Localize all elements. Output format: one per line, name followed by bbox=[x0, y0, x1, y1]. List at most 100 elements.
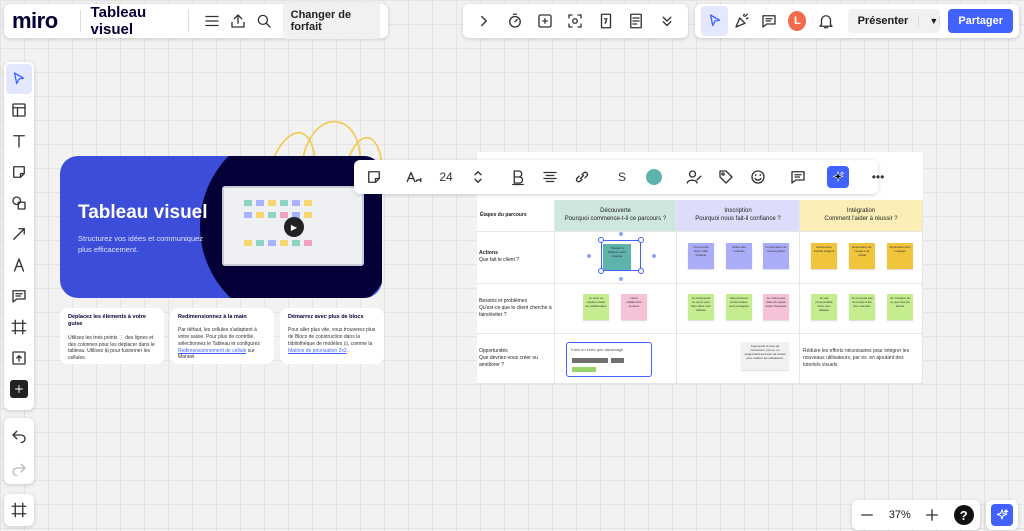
sticky-note[interactable]: Exploration des modèles bbox=[887, 243, 913, 269]
card-widget[interactable]: Faire en sorte que davantage bbox=[566, 342, 652, 377]
row-label-needs[interactable]: Besoins et problèmes Qu'est-ce que le cl… bbox=[477, 284, 555, 334]
templates-icon[interactable] bbox=[6, 95, 32, 125]
resize-handle[interactable] bbox=[598, 237, 604, 243]
sticky-note[interactable]: Confirmation de l'essai gratuit bbox=[763, 243, 789, 269]
more-tools-icon[interactable] bbox=[653, 7, 681, 35]
sticky-note[interactable]: Mes données personnelles sont protégées bbox=[726, 294, 752, 320]
row-label-opportunities[interactable]: Opportunités Que devriez-vous créer ou a… bbox=[477, 334, 555, 384]
tag-icon[interactable] bbox=[712, 162, 740, 192]
sticky-size-button[interactable]: S bbox=[608, 162, 636, 192]
frame-tool-icon[interactable] bbox=[6, 312, 32, 342]
sticky-note[interactable]: Je n'aime pas l'idée du papier avant d'e… bbox=[763, 294, 789, 320]
comment-tool-icon[interactable] bbox=[6, 281, 32, 311]
voting-icon[interactable] bbox=[592, 7, 620, 35]
share-button[interactable]: Partager bbox=[948, 9, 1013, 33]
sticky-note[interactable]: Commence avec l'offre Gratuite bbox=[688, 243, 714, 269]
present-button[interactable]: Présenter ▼ bbox=[847, 9, 941, 33]
chevron-right-icon[interactable] bbox=[470, 7, 498, 35]
widget-bar bbox=[572, 358, 608, 363]
link-icon[interactable] bbox=[568, 162, 596, 192]
author-icon[interactable] bbox=[680, 162, 708, 192]
notes-icon[interactable] bbox=[622, 7, 650, 35]
emoji-icon[interactable] bbox=[744, 162, 772, 192]
search-icon[interactable] bbox=[251, 6, 277, 36]
upload-icon[interactable] bbox=[6, 343, 32, 373]
video-thumbnail[interactable]: ▶ bbox=[222, 186, 364, 266]
pen-icon[interactable] bbox=[6, 250, 32, 280]
font-size-stepper-icon[interactable] bbox=[464, 162, 492, 192]
align-center-icon[interactable] bbox=[536, 162, 564, 192]
redo-icon[interactable] bbox=[10, 459, 28, 477]
sticky-note[interactable]: Je veux un espace visuel de collaboratio… bbox=[583, 294, 609, 320]
connector-line-icon[interactable] bbox=[6, 219, 32, 249]
shapes-icon[interactable] bbox=[6, 188, 32, 218]
font-size-value[interactable]: 24 bbox=[432, 162, 460, 192]
chevron-down-icon[interactable]: ▼ bbox=[919, 16, 941, 26]
play-icon[interactable]: ▶ bbox=[284, 217, 304, 237]
selection-frame[interactable] bbox=[601, 240, 641, 271]
sticky-note[interactable]: Je ne perds pas de temps à lire des manu… bbox=[849, 294, 875, 320]
connector-handle[interactable] bbox=[587, 254, 591, 258]
text-tool-icon[interactable] bbox=[6, 126, 32, 156]
tip-link[interactable]: Redimensionnement de cellule bbox=[178, 348, 246, 354]
resize-handle[interactable] bbox=[598, 268, 604, 274]
bold-icon[interactable] bbox=[504, 162, 532, 192]
divider bbox=[79, 10, 81, 32]
column-header-discovery[interactable]: Découverte Pourquoi commence-t-il ce par… bbox=[555, 200, 677, 232]
zoom-level[interactable]: 37% bbox=[889, 509, 911, 521]
sticky-note[interactable]: Je suis personnalisé dans mon tableau bbox=[811, 294, 837, 320]
sticky-note[interactable]: Utilise des modèles bbox=[726, 243, 752, 269]
connector-handle[interactable] bbox=[619, 232, 623, 236]
thumb-row bbox=[244, 200, 312, 206]
bell-icon[interactable] bbox=[812, 6, 839, 36]
zoom-out-icon[interactable] bbox=[858, 506, 876, 524]
sticky-note[interactable]: Je m'inspire de ce que font les autres bbox=[887, 294, 913, 320]
column-header-integration[interactable]: Intégration Comment l'aider à réussir ? bbox=[800, 200, 923, 232]
undo-icon[interactable] bbox=[10, 426, 28, 444]
miro-logo[interactable]: miro bbox=[12, 8, 58, 34]
sticky-note[interactable]: Nous collaborons souvent bbox=[621, 294, 647, 320]
widget-bar bbox=[572, 367, 596, 372]
reactions-icon[interactable] bbox=[728, 6, 755, 36]
add-more-tools-icon[interactable] bbox=[10, 380, 28, 398]
sticky-type-icon[interactable] bbox=[360, 162, 388, 192]
timer-icon[interactable] bbox=[501, 7, 529, 35]
sticky-note[interactable]: Je comprends ce qu'on peut faire dans mo… bbox=[688, 294, 714, 320]
tip-body: Par défaut, les cellules s'adaptent à vo… bbox=[178, 327, 266, 361]
frames-panel-icon[interactable] bbox=[4, 494, 34, 526]
export-icon[interactable] bbox=[225, 6, 251, 36]
ai-button[interactable] bbox=[824, 162, 852, 192]
table-cell[interactable] bbox=[555, 284, 677, 334]
sticky-note[interactable]: Augmenter le taux de conversion, par ex.… bbox=[741, 342, 789, 370]
tip-link[interactable]: Matrice de priorisation 2x2 bbox=[288, 348, 347, 354]
comments-icon[interactable] bbox=[755, 6, 782, 36]
avatar[interactable]: L bbox=[788, 11, 807, 31]
font-icon[interactable] bbox=[400, 162, 428, 192]
sticky-note[interactable]: Exploration de l'espace de travail bbox=[849, 243, 875, 269]
zoom-in-icon[interactable] bbox=[923, 506, 941, 524]
help-button[interactable]: ? bbox=[953, 505, 974, 525]
resize-handle[interactable] bbox=[638, 237, 644, 243]
comment-icon[interactable] bbox=[784, 162, 812, 192]
row-label-actions[interactable]: Actions Que fait le client ? bbox=[477, 232, 555, 284]
resize-handle[interactable] bbox=[638, 268, 644, 274]
sticky-note[interactable]: Découverte d'outils intégrés bbox=[811, 243, 837, 269]
sticky-capture-icon[interactable] bbox=[531, 7, 559, 35]
menu-icon[interactable] bbox=[199, 6, 225, 36]
board-title[interactable]: Tableau visuel bbox=[91, 4, 179, 38]
connector-handle[interactable] bbox=[619, 277, 623, 281]
ai-assist-button[interactable] bbox=[986, 500, 1018, 530]
cursor-share-icon[interactable] bbox=[701, 6, 729, 36]
select-tool-icon[interactable] bbox=[6, 64, 32, 94]
focus-frame-icon[interactable] bbox=[561, 7, 589, 35]
opportunity-text[interactable]: Réduire les efforts nécessaires pour int… bbox=[803, 348, 921, 368]
color-picker[interactable] bbox=[640, 162, 668, 192]
hero-card[interactable]: Tableau visuel Structurez vos idées et c… bbox=[60, 156, 382, 298]
upgrade-button[interactable]: Changer de forfait bbox=[282, 3, 381, 39]
more-options-button[interactable]: ••• bbox=[864, 162, 892, 192]
hero-subtitle: Structurez vos idées et communiquez plus… bbox=[78, 234, 204, 254]
column-header-signup[interactable]: Inscription Pourquoi nous fait-il confia… bbox=[677, 200, 800, 232]
sticky-note-icon[interactable] bbox=[6, 157, 32, 187]
connector-handle[interactable] bbox=[652, 254, 656, 258]
table-corner[interactable]: Étapes du parcours bbox=[477, 200, 555, 232]
